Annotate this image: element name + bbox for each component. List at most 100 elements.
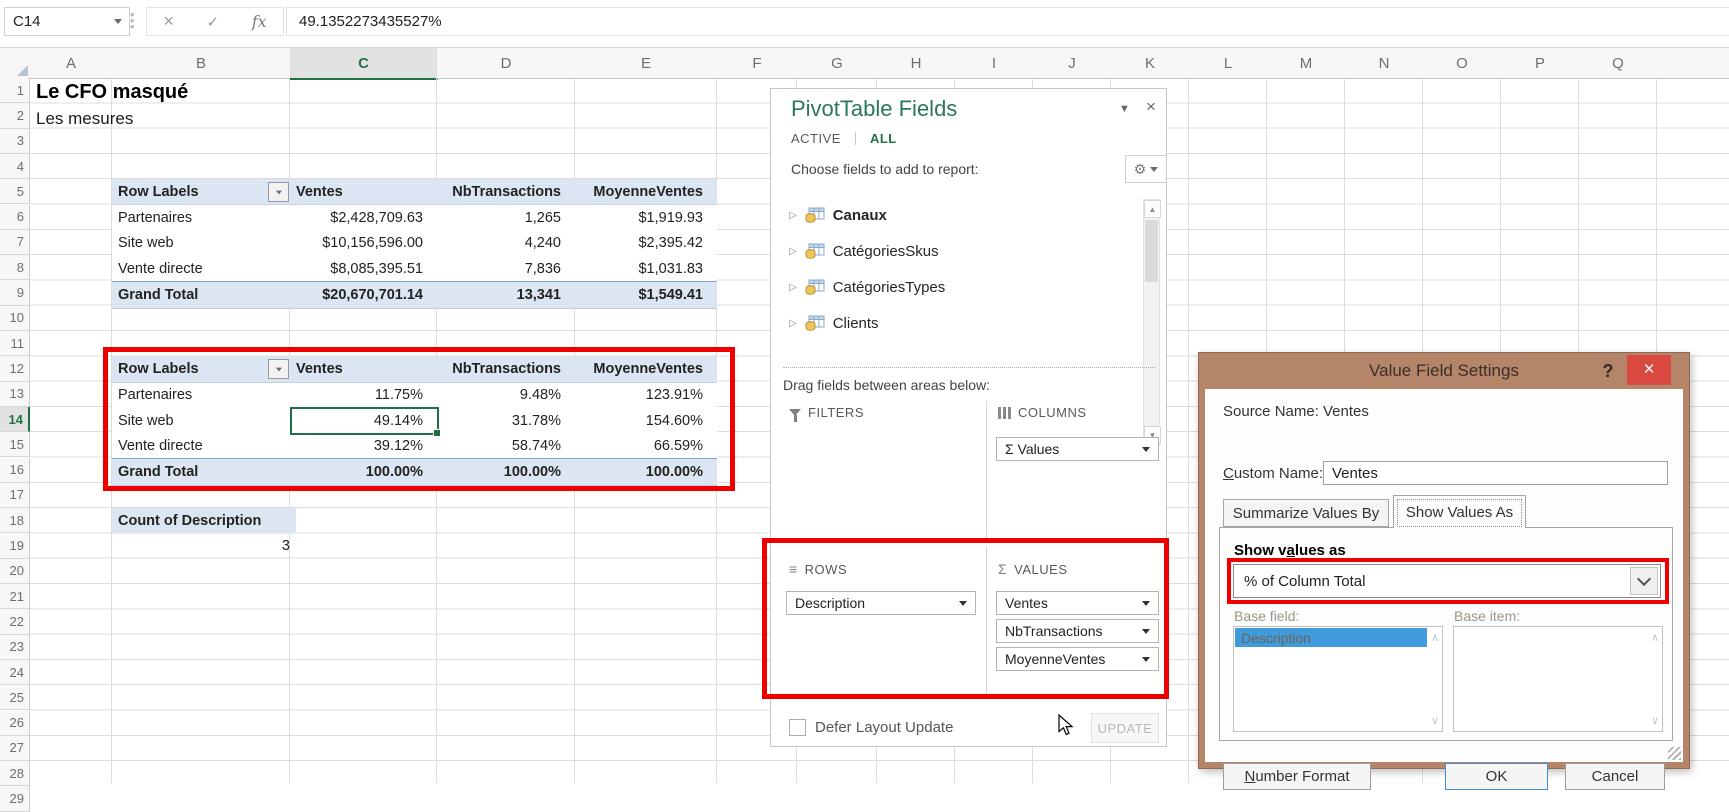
pivot-cell[interactable]: Grand Total [112, 287, 290, 303]
cancel-button[interactable]: Cancel [1565, 763, 1665, 790]
column-header-F[interactable]: F [717, 48, 798, 79]
pivot-cell[interactable]: 4,240 [437, 235, 575, 251]
row-header-27[interactable]: 27 [0, 736, 30, 761]
field-item-clients[interactable]: ▷Clients [781, 305, 1141, 341]
pivot-cell[interactable]: 100.00% [575, 464, 717, 480]
pivot-header-cell[interactable]: Ventes [290, 361, 437, 377]
tools-button[interactable]: ⚙ [1125, 155, 1167, 183]
pivot-cell[interactable]: 39.12% [290, 438, 437, 454]
row-header-11[interactable]: 11 [0, 331, 30, 356]
cancel-icon[interactable]: × [163, 11, 174, 32]
pivot-cell[interactable]: 7,836 [437, 261, 575, 277]
column-header-O[interactable]: O [1423, 48, 1502, 79]
row-header-9[interactable]: 9 [0, 280, 30, 305]
pivot-cell[interactable]: $1,031.83 [575, 261, 717, 277]
field-item-canaux[interactable]: ▷Canaux [781, 197, 1141, 233]
tab-summarize-values-by[interactable]: Summarize Values By [1223, 499, 1389, 527]
column-header-partial[interactable] [1657, 48, 1729, 79]
pivot-cell[interactable]: Partenaires [112, 387, 290, 403]
column-header-H[interactable]: H [877, 48, 956, 79]
pane-close-icon[interactable]: × [1146, 97, 1156, 117]
row-header-12[interactable]: 12 [0, 356, 30, 381]
pivot-cell[interactable]: 1,265 [437, 210, 575, 226]
scroll-up-icon[interactable]: ▲ [1144, 200, 1161, 218]
pivot-cell[interactable]: 31.78% [437, 413, 575, 429]
tab-show-values-as[interactable]: Show Values As [1393, 495, 1526, 528]
column-header-A[interactable]: A [30, 48, 113, 79]
insert-function-icon[interactable]: fx [252, 12, 267, 31]
row-header-22[interactable]: 22 [0, 609, 30, 634]
row-labels-filter-button[interactable] [268, 359, 289, 379]
values-item-ventes[interactable]: Ventes [996, 591, 1159, 615]
row-header-6[interactable]: 6 [0, 205, 30, 230]
show-values-as-combobox[interactable]: % of Column Total [1233, 564, 1661, 598]
row-header-1[interactable]: 1 [0, 78, 30, 103]
pivot-cell[interactable]: $2,395.42 [575, 235, 717, 251]
row-header-10[interactable]: 10 [0, 306, 30, 331]
expand-icon[interactable]: ▷ [789, 246, 797, 257]
row-header-18[interactable]: 18 [0, 508, 30, 533]
row-labels-filter-button[interactable] [268, 182, 289, 202]
column-header-I[interactable]: I [955, 48, 1034, 79]
row-header-20[interactable]: 20 [0, 559, 30, 584]
expand-icon[interactable]: ▷ [789, 282, 797, 293]
name-box[interactable]: C14 [4, 7, 130, 36]
pivot-cell[interactable]: 13,341 [437, 287, 575, 303]
ok-button[interactable]: OK [1445, 763, 1548, 790]
column-header-M[interactable]: M [1267, 48, 1346, 79]
row-header-24[interactable]: 24 [0, 660, 30, 685]
pivot-cell[interactable]: 58.74% [437, 438, 575, 454]
help-icon[interactable]: ? [1595, 358, 1621, 384]
field-item-catégoriestypes[interactable]: ▷CatégoriesTypes [781, 269, 1141, 305]
expand-icon[interactable]: ▷ [789, 318, 797, 329]
number-format-button[interactable]: Number Format [1223, 763, 1371, 790]
row-header-26[interactable]: 26 [0, 711, 30, 736]
pivot-cell[interactable]: Vente directe [112, 438, 290, 454]
row-header-21[interactable]: 21 [0, 584, 30, 609]
pivot-cell[interactable]: Site web [112, 413, 290, 429]
pivot-cell[interactable]: Partenaires [112, 210, 290, 226]
tab-all[interactable]: ALL [870, 131, 897, 146]
columns-item-values[interactable]: Σ Values [996, 437, 1159, 461]
row-header-15[interactable]: 15 [0, 432, 30, 457]
field-item-catégoriesskus[interactable]: ▷CatégoriesSkus [781, 233, 1141, 269]
row-header-25[interactable]: 25 [0, 685, 30, 710]
pivot-cell[interactable]: 123.91% [575, 387, 717, 403]
pane-options-icon[interactable]: ▼ [1119, 103, 1130, 115]
pivot-header-cell[interactable]: Row Labels [112, 361, 290, 377]
custom-name-input[interactable]: Ventes [1323, 461, 1668, 485]
base-item-listbox[interactable]: ∧ ∨ [1453, 626, 1663, 732]
enter-icon[interactable]: ✓ [206, 13, 219, 31]
row-header-4[interactable]: 4 [0, 154, 30, 179]
pivot-cell[interactable]: Vente directe [112, 261, 290, 277]
count-table-header[interactable]: Count of Description [112, 508, 296, 533]
column-header-K[interactable]: K [1111, 48, 1190, 79]
pivot-header-cell[interactable]: NbTransactions [437, 184, 575, 200]
row-header-14[interactable]: 14 [0, 407, 30, 432]
base-field-listbox[interactable]: Description ∧ ∨ [1233, 626, 1443, 732]
column-header-B[interactable]: B [112, 48, 291, 79]
pivot-cell[interactable]: $10,156,596.00 [290, 235, 437, 251]
pivot-header-cell[interactable]: NbTransactions [437, 361, 575, 377]
column-header-G[interactable]: G [797, 48, 878, 79]
row-header-8[interactable]: 8 [0, 255, 30, 280]
field-list-scrollbar[interactable]: ▲ ▼ [1143, 199, 1160, 445]
combobox-dropdown-button[interactable] [1630, 567, 1658, 595]
row-header-7[interactable]: 7 [0, 230, 30, 255]
pivot-header-cell[interactable]: Row Labels [112, 184, 290, 200]
column-header-Q[interactable]: Q [1579, 48, 1658, 79]
scrollbar-thumb[interactable] [1145, 220, 1158, 282]
pivot-cell[interactable]: 154.60% [575, 413, 717, 429]
pivot-cell[interactable]: 9.48% [437, 387, 575, 403]
pivot-cell[interactable]: 66.59% [575, 438, 717, 454]
resize-grip[interactable] [1668, 747, 1681, 760]
count-table-value[interactable]: 3 [112, 533, 304, 558]
close-icon[interactable]: × [1627, 355, 1671, 385]
expand-icon[interactable]: ▷ [789, 210, 797, 221]
row-header-3[interactable]: 3 [0, 129, 30, 154]
tab-active[interactable]: ACTIVE [791, 131, 841, 146]
row-header-17[interactable]: 17 [0, 483, 30, 508]
column-header-N[interactable]: N [1345, 48, 1424, 79]
defer-checkbox[interactable] [789, 719, 806, 736]
row-header-29[interactable]: 29 [0, 786, 30, 811]
